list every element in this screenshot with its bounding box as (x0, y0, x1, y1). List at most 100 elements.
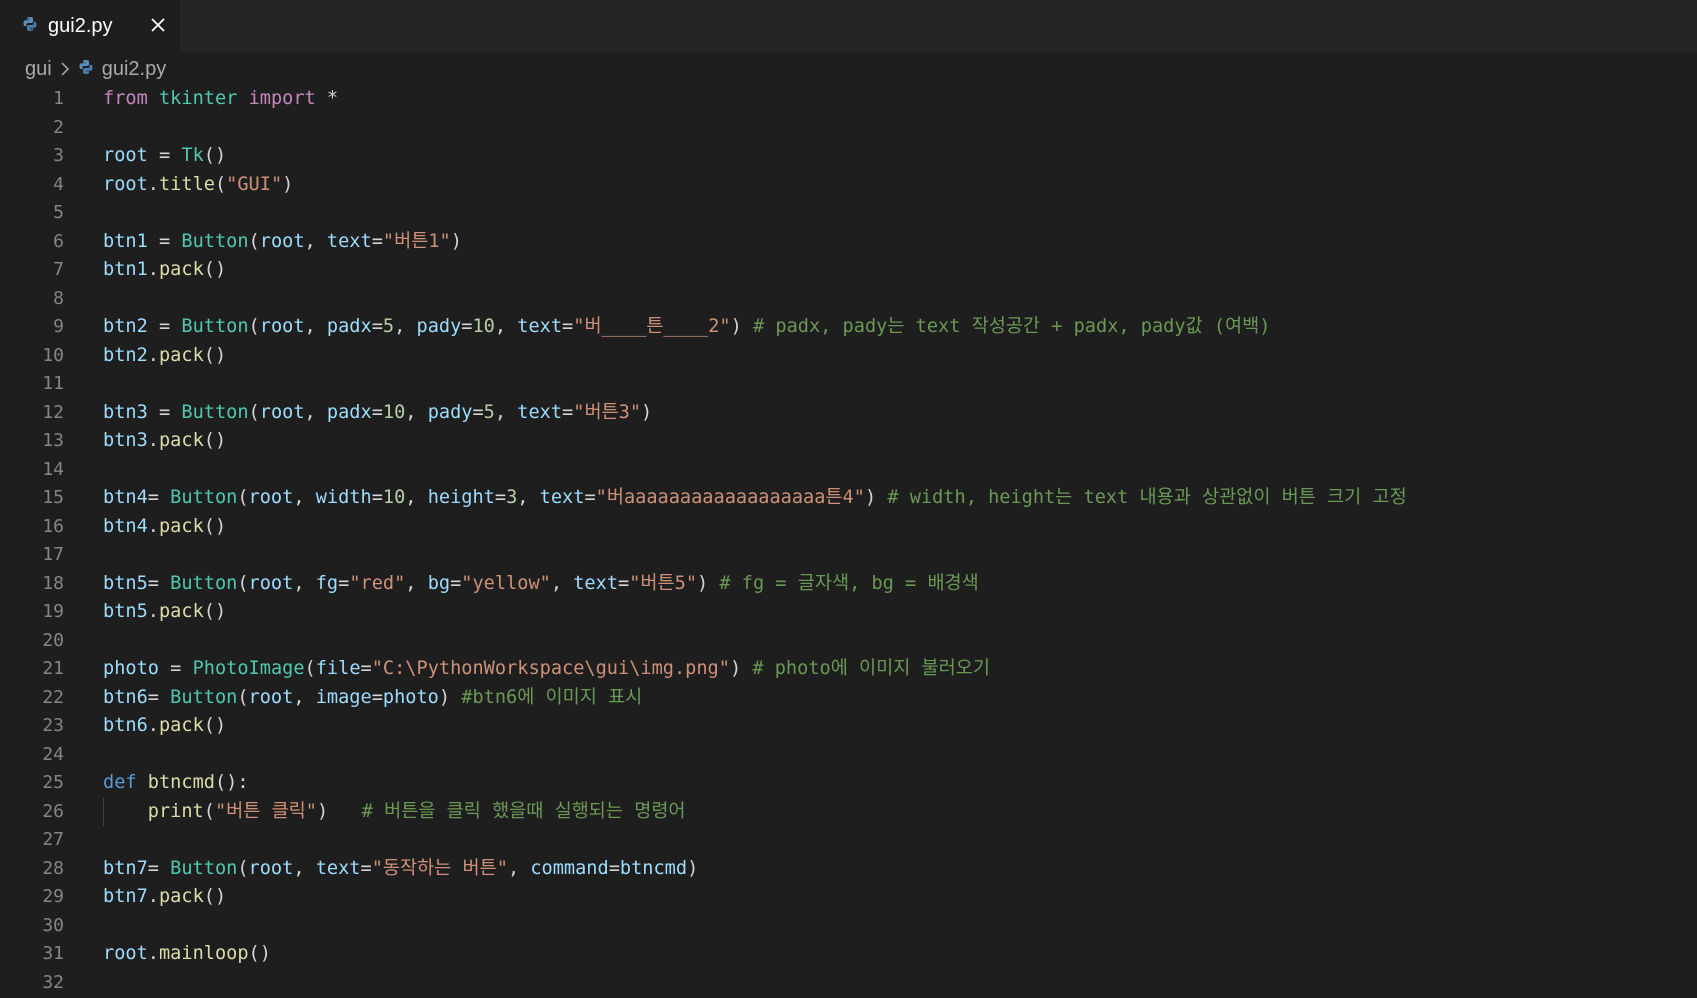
breadcrumb-file[interactable]: gui2.py (78, 58, 166, 81)
code-token: "GUI" (226, 173, 283, 195)
code-line[interactable]: from tkinter import * (103, 85, 1693, 114)
code-area[interactable]: from tkinter import * root = Tk() root.tit… (103, 85, 1693, 997)
code-line[interactable]: root.title("GUI") (103, 171, 1693, 200)
line-number: 13 (42, 430, 64, 451)
code-token: = (338, 572, 350, 594)
code-line[interactable]: btn1 = Button(root, text="버튼1") (103, 228, 1693, 257)
code-line[interactable] (103, 741, 1693, 770)
code-token: root (259, 230, 305, 252)
code-token: , (405, 487, 428, 508)
line-number: 18 (42, 572, 64, 594)
code-token: Button (181, 230, 249, 252)
code-token: , (550, 572, 574, 594)
code-token: = (371, 401, 383, 423)
code-token: "버튼5" (629, 572, 698, 594)
code-token: , (293, 857, 316, 879)
code-line[interactable] (103, 114, 1693, 143)
code-token: = (461, 316, 473, 337)
code-token: * (315, 88, 339, 109)
code-line[interactable]: btn6.pack() (103, 712, 1693, 741)
code-token: ) (729, 658, 753, 679)
code-line[interactable]: root.mainloop() (103, 940, 1693, 969)
code-line[interactable] (103, 285, 1693, 314)
code-line[interactable]: btn3.pack() (103, 427, 1693, 456)
code-token: root (259, 401, 305, 423)
code-token: , (293, 686, 316, 708)
code-line[interactable] (103, 199, 1693, 228)
tab-gui2-py[interactable]: gui2.py (0, 0, 180, 52)
code-token: = (147, 145, 182, 166)
code-token: = (472, 401, 484, 423)
line-number: 20 (42, 629, 64, 651)
code-token: = (494, 487, 507, 508)
code-token: = (360, 658, 372, 679)
code-token: . (147, 886, 159, 907)
line-number: 28 (42, 857, 64, 879)
code-token: btn5 (103, 601, 148, 622)
code-token: text (573, 572, 619, 594)
code-line[interactable]: btn4= Button(root, width=10, height=3, t… (103, 484, 1693, 513)
code-token: root (248, 857, 294, 879)
code-token: ) (438, 686, 462, 708)
code-token: = (147, 686, 171, 708)
code-token: Button (170, 686, 238, 708)
code-token: () (203, 886, 227, 907)
code-line[interactable] (103, 826, 1693, 855)
code-token: , (405, 401, 428, 423)
code-line[interactable]: btn6= Button(root, image=photo) #btn6에 이… (103, 684, 1693, 713)
code-line[interactable] (103, 370, 1693, 399)
code-token: btn4 (103, 515, 148, 537)
code-line[interactable]: print("버튼 클릭") # 버튼을 클릭 했을때 실행되는 명령어 (103, 797, 1693, 826)
code-token: = (608, 857, 620, 879)
line-number: 9 (53, 316, 64, 337)
code-editor[interactable]: 1 2 3 4 5 6 7 8 9 10 11 12 13 14 15 16 17 18 19 20 21 22 23 24 2… (0, 85, 1697, 998)
code-token: root (248, 572, 294, 594)
code-line[interactable]: btn2.pack() (103, 342, 1693, 371)
code-line[interactable]: btn4.pack() (103, 513, 1693, 542)
code-token: pack (158, 430, 204, 451)
code-token: pack (158, 601, 204, 622)
code-line[interactable] (103, 627, 1693, 656)
breadcrumb-folder[interactable]: gui (25, 58, 52, 81)
code-token: , (304, 230, 327, 252)
code-line[interactable]: btn1.pack() (103, 256, 1693, 285)
code-token: 3 (506, 487, 518, 508)
code-token: () (203, 515, 227, 537)
code-token: btn6 (103, 686, 148, 708)
code-token: text (315, 857, 361, 879)
code-token: . (147, 259, 159, 280)
line-number-gutter: 1 2 3 4 5 6 7 8 9 10 11 12 13 14 15 16 17 18 19 20 21 22 23 24 2… (0, 85, 72, 997)
code-line[interactable] (103, 456, 1693, 485)
line-number: 5 (53, 202, 64, 223)
code-line[interactable]: root = Tk() (103, 142, 1693, 171)
code-token: 10 (472, 316, 495, 337)
close-icon[interactable] (146, 13, 170, 37)
indent-guide (103, 797, 104, 826)
code-token: Button (181, 401, 249, 423)
code-line[interactable] (103, 969, 1693, 998)
code-line[interactable]: photo = PhotoImage(file="C:\PythonWorksp… (103, 655, 1693, 684)
code-token: = (147, 230, 182, 252)
code-token: 10 (382, 487, 406, 508)
code-line[interactable]: btn2 = Button(root, padx=5, pady=10, tex… (103, 313, 1693, 342)
code-token: () (248, 943, 271, 964)
code-line[interactable]: btn7= Button(root, text="동작하는 버튼", comma… (103, 855, 1693, 884)
code-line[interactable] (103, 541, 1693, 570)
code-token: btn2 (103, 344, 148, 366)
code-token: # 버튼을 클릭 했을때 실행되는 명령어 (361, 800, 686, 822)
code-token: mainloop (158, 943, 249, 964)
code-token: btn3 (103, 430, 148, 451)
code-line[interactable]: btn7.pack() (103, 883, 1693, 912)
code-token: , (293, 487, 316, 508)
code-token: pack (158, 886, 204, 907)
code-token: "C:\PythonWorkspace\gui\img.png" (371, 658, 730, 679)
code-line[interactable]: btn5.pack() (103, 598, 1693, 627)
code-line[interactable]: def btncmd(): (103, 769, 1693, 798)
code-token: root (103, 943, 148, 964)
code-line[interactable] (103, 912, 1693, 941)
code-line[interactable]: btn5= Button(root, fg="red", bg="yellow"… (103, 570, 1693, 599)
code-token: = (158, 658, 193, 679)
code-token: tkinter (158, 88, 238, 109)
code-token: photo (103, 658, 159, 679)
code-line[interactable]: btn3 = Button(root, padx=10, pady=5, tex… (103, 399, 1693, 428)
